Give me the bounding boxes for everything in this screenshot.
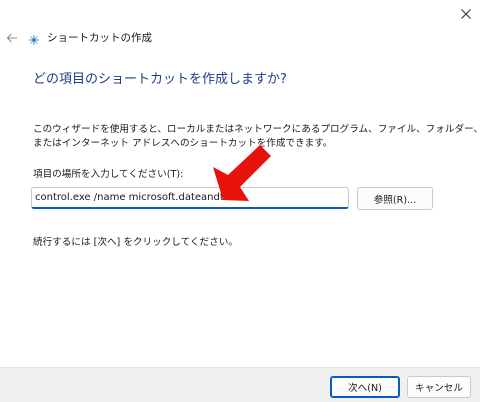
create-shortcut-dialog: ショートカットの作成 どの項目のショートカットを作成しますか? このウィザードを… [0, 0, 480, 402]
close-button[interactable] [452, 2, 480, 26]
browse-button[interactable]: 参照(R)... [357, 187, 433, 210]
continue-instruction: 続行するには [次へ] をクリックしてください。 [33, 237, 238, 248]
description-line-1: このウィザードを使用すると、ローカルまたはネットワークにあるプログラム、ファイル… [33, 124, 480, 135]
page-heading: どの項目のショートカットを作成しますか? [33, 72, 287, 87]
location-field-label: 項目の場所を入力してください(T): [33, 169, 184, 180]
back-button[interactable] [2, 27, 22, 49]
shortcut-wizard-icon [29, 35, 39, 45]
next-button[interactable]: 次へ(N) [330, 376, 400, 398]
back-arrow-icon [6, 33, 17, 43]
location-input[interactable] [31, 187, 349, 209]
dialog-title: ショートカットの作成 [47, 32, 152, 44]
red-arrow-icon [213, 145, 271, 201]
close-icon [461, 9, 471, 19]
cancel-button[interactable]: キャンセル [407, 376, 471, 398]
